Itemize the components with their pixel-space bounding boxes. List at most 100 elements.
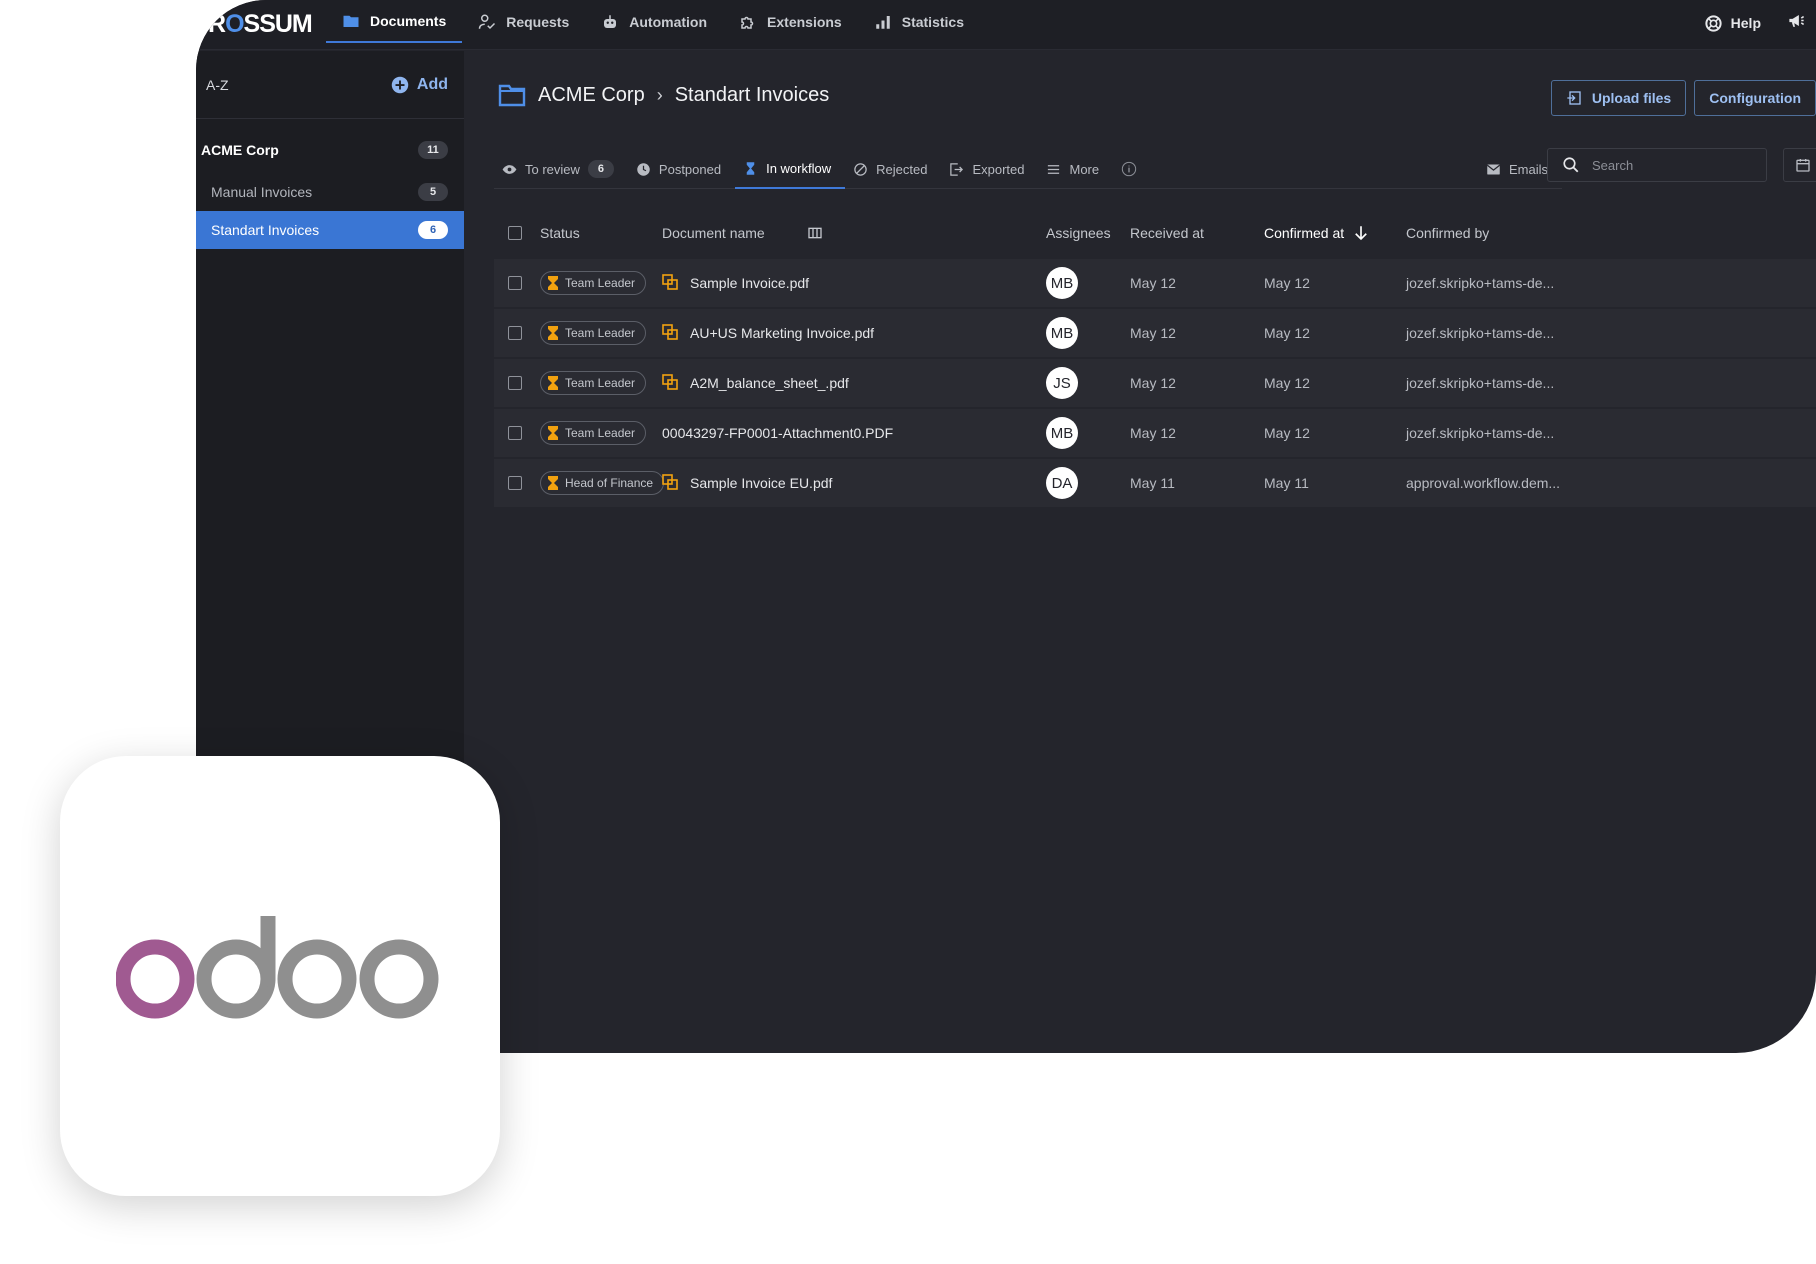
received-date: May 12 (1130, 275, 1176, 291)
nav-automation[interactable]: Automation (585, 0, 723, 43)
table-row[interactable]: Team Leader AU+US Marketing Invoice.pdf … (494, 309, 1816, 357)
header-confirmed-by[interactable]: Confirmed by (1406, 225, 1489, 241)
sidebar-item-label: Manual Invoices (211, 184, 313, 200)
robot-icon (604, 14, 617, 28)
avatar[interactable]: MB (1046, 417, 1078, 449)
avatar[interactable]: DA (1046, 467, 1078, 499)
hourglass-icon (548, 426, 558, 440)
status-tabs: To review 6 Postponed In workflow Reject… (494, 149, 1562, 189)
configuration-button[interactable]: Configuration (1694, 80, 1816, 116)
calendar-icon (1796, 159, 1810, 172)
tab-to-review[interactable]: To review 6 (494, 149, 628, 189)
tab-postponed[interactable]: Postponed (628, 149, 735, 189)
header-received-at[interactable]: Received at (1130, 225, 1264, 241)
sidebar-header: A-Z Add (196, 51, 464, 119)
upload-icon (1567, 91, 1581, 105)
table-row[interactable]: Head of Finance Sample Invoice EU.pdf DA… (494, 459, 1816, 507)
avatar[interactable]: MB (1046, 317, 1078, 349)
documents-table: Status Document name Assignees Received … (494, 207, 1816, 509)
workflow-doc-icon (662, 373, 678, 393)
search-input[interactable]: Search (1547, 148, 1767, 182)
rossum-logo[interactable]: ROSSUM (208, 10, 313, 39)
table-row[interactable]: Team Leader 00043297-FP0001-Attachment0.… (494, 409, 1816, 457)
announcements-button[interactable] (1787, 11, 1806, 35)
clock-icon (637, 162, 650, 176)
received-date: May 11 (1130, 475, 1175, 491)
odoo-logo (116, 916, 439, 1019)
status-badge: Team Leader (540, 271, 647, 295)
row-checkbox[interactable] (508, 426, 522, 440)
help-button[interactable]: Help (1704, 14, 1761, 33)
person-check-icon (478, 14, 496, 29)
add-queue-button[interactable]: Add (391, 76, 448, 94)
row-checkbox[interactable] (508, 476, 522, 490)
confirmed-by: jozef.skripko+tams-de... (1406, 275, 1555, 291)
page-actions: Upload files Configuration (1550, 80, 1816, 116)
sidebar-item-manual-invoices[interactable]: Manual Invoices 5 (196, 173, 464, 211)
table-row[interactable]: Team Leader A2M_balance_sheet_.pdf JS Ma… (494, 359, 1816, 407)
document-name-link[interactable]: 00043297-FP0001-Attachment0.PDF (662, 425, 893, 441)
workflow-doc-icon (662, 473, 678, 493)
megaphone-icon (1789, 14, 1805, 27)
avatar[interactable]: JS (1046, 367, 1078, 399)
search-placeholder: Search (1592, 157, 1634, 173)
plus-circle-icon (391, 76, 409, 93)
nav-documents[interactable]: Documents (326, 0, 463, 43)
columns-icon[interactable] (807, 225, 823, 241)
lifebuoy-icon (1705, 14, 1722, 32)
row-checkbox[interactable] (508, 326, 522, 340)
header-status[interactable]: Status (522, 225, 662, 241)
tab-more[interactable]: More (1038, 149, 1113, 189)
document-name-link[interactable]: AU+US Marketing Invoice.pdf (690, 325, 874, 341)
hourglass-icon (548, 326, 558, 340)
confirmed-date: May 12 (1264, 425, 1310, 441)
row-checkbox[interactable] (508, 376, 522, 390)
confirmed-by: approval.workflow.dem... (1406, 475, 1561, 491)
avatar[interactable]: MB (1046, 267, 1078, 299)
header-assignees[interactable]: Assignees (1046, 225, 1130, 241)
nav-extensions[interactable]: Extensions (723, 0, 858, 43)
tab-rejected[interactable]: Rejected (845, 149, 941, 189)
received-date: May 12 (1130, 425, 1176, 441)
tab-exported[interactable]: Exported (941, 149, 1038, 189)
document-name-link[interactable]: Sample Invoice.pdf (690, 275, 809, 291)
received-date: May 12 (1130, 375, 1176, 391)
block-icon (854, 162, 867, 176)
export-icon (950, 162, 964, 176)
info-icon (1121, 161, 1137, 176)
document-name-link[interactable]: A2M_balance_sheet_.pdf (690, 375, 849, 391)
top-navigation-bar: ROSSUM Documents Requests Automation Ext… (196, 0, 1816, 50)
breadcrumb-parent[interactable]: ACME Corp (538, 84, 645, 107)
confirmed-date: May 11 (1264, 475, 1309, 491)
sidebar-item-standart-invoices[interactable]: Standart Invoices 6 (196, 211, 464, 249)
date-filter-button[interactable] (1783, 148, 1816, 182)
confirmed-date: May 12 (1264, 375, 1310, 391)
sidebar-group-acme-corp[interactable]: ACME Corp 11 (196, 127, 464, 173)
table-row[interactable]: Team Leader Sample Invoice.pdf MB May 12… (494, 259, 1816, 307)
workflow-doc-icon (662, 323, 678, 343)
tab-in-workflow[interactable]: In workflow (735, 149, 846, 189)
nav-statistics[interactable]: Statistics (858, 0, 980, 43)
sidebar-item-count: 6 (418, 221, 448, 239)
hourglass-icon (548, 476, 558, 490)
select-all-checkbox[interactable] (508, 226, 522, 240)
breadcrumb: ACME Corp › Standart Invoices (498, 83, 829, 107)
sort-toggle[interactable]: A-Z (206, 77, 229, 93)
odoo-logo-tile (60, 756, 500, 1196)
status-badge: Head of Finance (540, 471, 665, 495)
puzzle-icon (741, 16, 754, 29)
breadcrumb-current: Standart Invoices (674, 83, 830, 106)
info-button[interactable] (1113, 149, 1145, 188)
nav-requests[interactable]: Requests (462, 0, 585, 43)
document-name-link[interactable]: Sample Invoice EU.pdf (690, 475, 832, 491)
row-checkbox[interactable] (508, 276, 522, 290)
mail-icon (1486, 164, 1501, 174)
sidebar-group-count: 11 (418, 141, 448, 159)
status-badge: Team Leader (540, 321, 647, 345)
upload-files-button[interactable]: Upload files (1550, 80, 1687, 116)
header-document-name[interactable]: Document name (662, 225, 1046, 241)
table-header: Status Document name Assignees Received … (494, 207, 1816, 259)
hourglass-icon (548, 376, 558, 390)
status-badge: Team Leader (540, 421, 647, 445)
header-confirmed-at[interactable]: Confirmed at (1264, 224, 1406, 242)
